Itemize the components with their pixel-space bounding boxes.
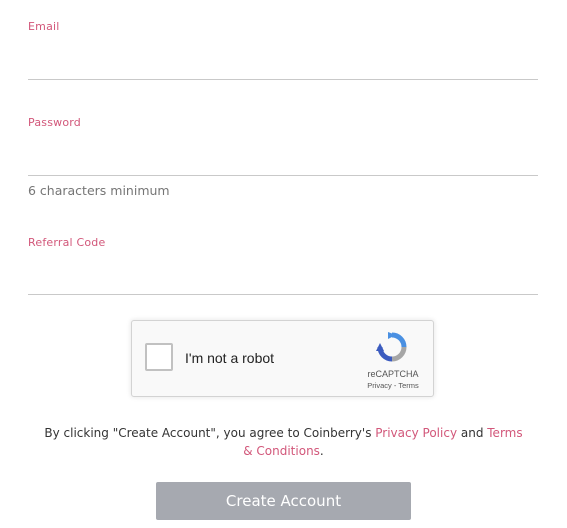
referral-input[interactable] (28, 265, 538, 295)
password-hint: 6 characters minimum (28, 183, 170, 198)
recaptcha-privacy-link[interactable]: Privacy (367, 381, 392, 390)
recaptcha-brand: reCAPTCHA (367, 369, 419, 379)
signup-form: Email Password 6 characters minimum Refe… (0, 0, 567, 528)
agreement-middle: and (457, 426, 488, 440)
create-account-button[interactable]: Create Account (156, 482, 411, 520)
recaptcha-links: Privacy - Terms (358, 381, 428, 390)
agreement-text: By clicking "Create Account", you agree … (40, 424, 527, 460)
recaptcha-checkbox[interactable] (145, 343, 173, 371)
recaptcha-logo-icon (376, 332, 407, 362)
password-input[interactable] (28, 146, 538, 176)
agreement-prefix: By clicking "Create Account", you agree … (44, 426, 376, 440)
agreement-suffix: . (319, 444, 324, 458)
email-field-group: Email (28, 20, 538, 80)
email-label: Email (28, 20, 60, 33)
password-label: Password (28, 116, 81, 129)
recaptcha-label: I'm not a robot (185, 350, 275, 366)
recaptcha-widget: I'm not a robot reCAPTCHA Privacy - Term… (131, 320, 434, 397)
privacy-policy-link[interactable]: Privacy Policy (375, 426, 457, 440)
referral-label: Referral Code (28, 236, 106, 249)
recaptcha-terms-link[interactable]: Terms (398, 381, 418, 390)
email-input[interactable] (28, 50, 538, 80)
referral-field-group: Referral Code (28, 236, 538, 295)
password-field-group: Password (28, 116, 538, 176)
